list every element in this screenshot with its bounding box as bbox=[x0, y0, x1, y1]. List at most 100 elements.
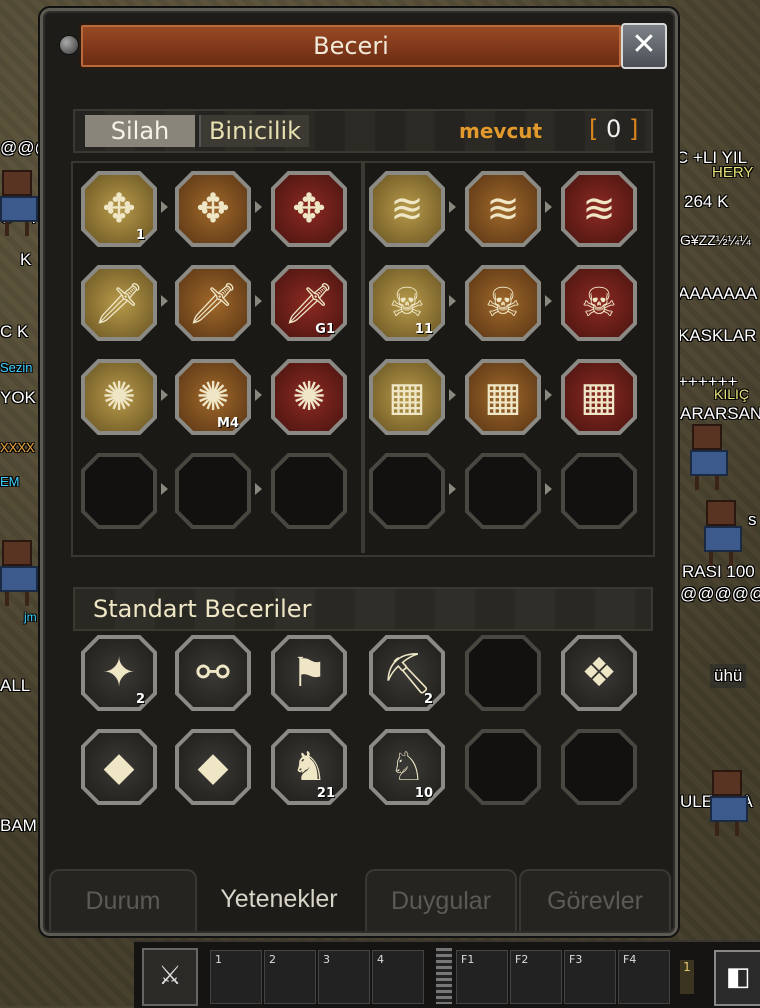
grid-divider bbox=[361, 161, 365, 553]
player-name-label[interactable]: Sezin bbox=[0, 360, 33, 375]
player-name-label[interactable]: KILIÇ bbox=[714, 386, 749, 402]
character-sprite[interactable] bbox=[710, 770, 748, 836]
slot-key: F4 bbox=[623, 953, 637, 966]
skull-icon: ☠ bbox=[485, 280, 521, 326]
player-name-label[interactable]: 264 K bbox=[684, 192, 728, 212]
player-name-label[interactable]: YOK bbox=[0, 388, 36, 408]
close-button[interactable]: ✕ bbox=[621, 23, 667, 69]
tab-durum[interactable]: Durum bbox=[49, 869, 197, 931]
empty-skill-slot[interactable] bbox=[561, 729, 637, 805]
camera-icon[interactable]: ◧ bbox=[714, 950, 760, 1006]
character-sprite[interactable] bbox=[0, 170, 38, 236]
tab-binicilik[interactable]: Binicilik bbox=[199, 115, 309, 147]
player-name-label[interactable]: @@@@@ bbox=[680, 584, 760, 604]
character-sprite[interactable] bbox=[704, 500, 742, 566]
skill-slot[interactable]: ⚑ bbox=[271, 635, 347, 711]
empty-skill-slot[interactable] bbox=[465, 635, 541, 711]
points-counter: [ 0 ] bbox=[589, 115, 639, 143]
skill-slot[interactable]: ▦ bbox=[561, 359, 637, 435]
player-name-label[interactable]: ühü bbox=[710, 664, 747, 688]
rune-seal-icon: ▦ bbox=[388, 374, 426, 420]
skull-icon: ☠ bbox=[581, 280, 617, 326]
skill-upgrade-arrow-icon bbox=[161, 295, 168, 307]
player-name-label[interactable]: jm bbox=[24, 610, 37, 624]
tab-duygular[interactable]: Duygular bbox=[365, 869, 517, 931]
player-name-label[interactable]: KASKLAR bbox=[678, 326, 756, 346]
skill-slot[interactable]: ☠ 11 bbox=[369, 265, 445, 341]
character-sprite[interactable] bbox=[690, 424, 728, 490]
empty-skill-slot[interactable] bbox=[175, 453, 251, 529]
skill-slot[interactable]: ✺ M4 bbox=[175, 359, 251, 435]
slot-key: F3 bbox=[569, 953, 583, 966]
skill-level-label: 21 bbox=[316, 786, 335, 801]
quick-slot[interactable]: 3 bbox=[318, 950, 370, 1004]
skill-slot[interactable]: ✥ 1 bbox=[81, 171, 157, 247]
skill-slot[interactable]: 🗡 bbox=[81, 265, 157, 341]
skill-slot[interactable]: ✥ bbox=[175, 171, 251, 247]
skill-slot[interactable]: 🗡 bbox=[175, 265, 251, 341]
empty-skill-slot[interactable] bbox=[465, 729, 541, 805]
player-name-label[interactable]: s bbox=[748, 510, 757, 530]
skill-slot[interactable]: ♞ 21 bbox=[271, 729, 347, 805]
player-name-label[interactable]: C K bbox=[0, 322, 28, 342]
skill-slot[interactable]: ✦ 2 bbox=[81, 635, 157, 711]
quick-slot[interactable]: F2 bbox=[510, 950, 562, 1004]
player-name-label[interactable]: BAM bbox=[0, 816, 37, 836]
empty-skill-slot[interactable] bbox=[271, 453, 347, 529]
skill-upgrade-arrow-icon bbox=[255, 201, 262, 213]
player-name-label[interactable]: G¥ZZ½¼¼ bbox=[680, 232, 751, 248]
rune-seal-icon: ▦ bbox=[580, 374, 618, 420]
skill-upgrade-arrow-icon bbox=[255, 295, 262, 307]
whirl-icon: ≋ bbox=[582, 186, 616, 232]
skill-slot[interactable]: ✥ bbox=[271, 171, 347, 247]
player-name-label[interactable]: HERY bbox=[712, 164, 753, 181]
fishing-rod-icon: ⚯ bbox=[196, 650, 230, 696]
empty-skill-slot[interactable] bbox=[369, 453, 445, 529]
skill-slot[interactable]: ✺ bbox=[271, 359, 347, 435]
player-name-label[interactable]: XXXX bbox=[0, 440, 35, 455]
player-name-label[interactable]: EM bbox=[0, 474, 20, 489]
hotbar-page-indicator[interactable]: 1 bbox=[680, 960, 694, 994]
skill-slot[interactable]: ♘ 10 bbox=[369, 729, 445, 805]
quick-slot[interactable]: 1 bbox=[210, 950, 262, 1004]
skill-level-label: M4 bbox=[217, 416, 239, 431]
player-name-label[interactable]: ALL bbox=[0, 676, 30, 696]
player-name-label[interactable]: ARARSAN bbox=[680, 404, 760, 424]
skill-slot[interactable]: 🗡 G1 bbox=[271, 265, 347, 341]
sword-icon: 🗡 bbox=[93, 280, 145, 327]
skill-slot[interactable]: ⚯ bbox=[175, 635, 251, 711]
empty-skill-slot[interactable] bbox=[81, 453, 157, 529]
skill-slot[interactable]: ≋ bbox=[369, 171, 445, 247]
skill-slot[interactable]: ❖ bbox=[561, 635, 637, 711]
skill-slot[interactable]: ▦ bbox=[369, 359, 445, 435]
skill-slot[interactable]: ≋ bbox=[561, 171, 637, 247]
empty-skill-slot[interactable] bbox=[465, 453, 541, 529]
quick-slot[interactable]: F4 bbox=[618, 950, 670, 1004]
player-name-label[interactable]: K bbox=[20, 250, 31, 270]
empty-skill-slot[interactable] bbox=[561, 453, 637, 529]
character-sprite[interactable] bbox=[0, 540, 38, 606]
quick-slot[interactable]: 4 bbox=[372, 950, 424, 1004]
title-bar[interactable]: Beceri bbox=[79, 23, 623, 69]
skill-slot[interactable]: ⛏ 2 bbox=[369, 635, 445, 711]
skill-slot[interactable]: ◆ bbox=[81, 729, 157, 805]
tab-yetenekler[interactable]: Yetenekler bbox=[199, 869, 359, 929]
skill-slot[interactable]: ◆ bbox=[175, 729, 251, 805]
player-name-label[interactable]: AAAAAAA bbox=[678, 284, 757, 304]
quick-slot[interactable]: F1 bbox=[456, 950, 508, 1004]
skill-upgrade-arrow-icon bbox=[255, 483, 262, 495]
weapon-toggle-icon[interactable]: ⚔ bbox=[142, 948, 198, 1006]
skill-slot[interactable]: ▦ bbox=[465, 359, 541, 435]
tab-silah[interactable]: Silah bbox=[85, 115, 195, 147]
skill-slot[interactable]: ✺ bbox=[81, 359, 157, 435]
tab-gorevler[interactable]: Görevler bbox=[519, 869, 671, 931]
skill-slot[interactable]: ☠ bbox=[465, 265, 541, 341]
quick-slot[interactable]: 2 bbox=[264, 950, 316, 1004]
points-label: mevcut bbox=[459, 119, 543, 143]
skill-level-label: 2 bbox=[423, 692, 433, 707]
quick-slot[interactable]: F3 bbox=[564, 950, 616, 1004]
quick-slot-bar: ⚔ 1 2 3 4 F1 F2 F3 F4 1 ◧ bbox=[134, 940, 760, 1008]
skill-upgrade-arrow-icon bbox=[545, 483, 552, 495]
skill-slot[interactable]: ≋ bbox=[465, 171, 541, 247]
skill-slot[interactable]: ☠ bbox=[561, 265, 637, 341]
